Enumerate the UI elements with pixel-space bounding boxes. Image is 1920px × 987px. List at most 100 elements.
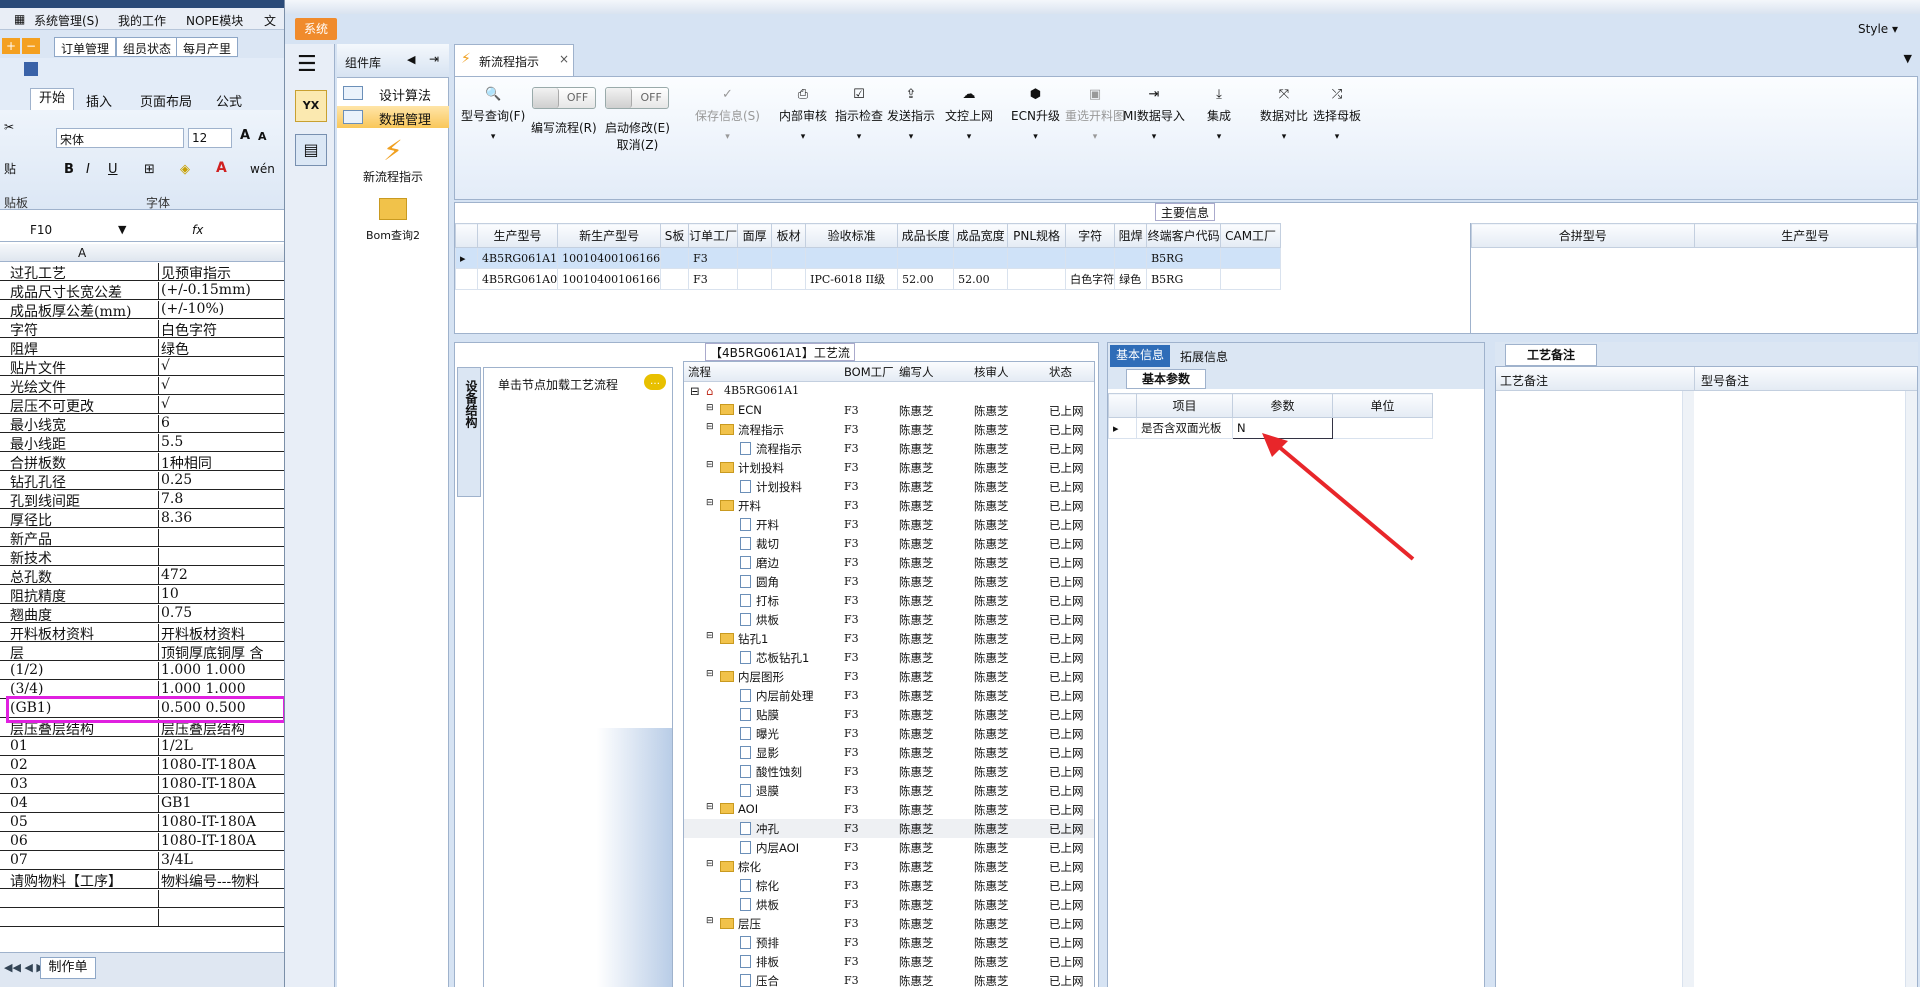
cell-b[interactable]: 1080-IT-180A bbox=[158, 833, 284, 850]
cell-b[interactable]: 见预审指示 bbox=[158, 263, 284, 280]
expand-icon[interactable]: ⊟ bbox=[706, 916, 714, 926]
underline-icon[interactable]: U bbox=[108, 162, 118, 177]
table-cell[interactable] bbox=[771, 268, 807, 290]
sheet-row[interactable] bbox=[0, 908, 284, 927]
column-header[interactable]: 成品长度 bbox=[897, 223, 955, 248]
chevron-down-icon[interactable]: ▾ bbox=[695, 132, 760, 142]
column-header[interactable]: 新生产型号 bbox=[557, 223, 662, 248]
sheet-row[interactable]: 阻焊 绿色 bbox=[0, 338, 284, 357]
chevron-down-icon[interactable]: ▾ bbox=[835, 132, 883, 142]
phonetic-icon[interactable]: wén bbox=[250, 162, 275, 176]
cell-a[interactable]: 最小线距 bbox=[10, 434, 156, 451]
table-cell[interactable]: 4B5RG061A1 bbox=[476, 247, 559, 269]
tree-node[interactable]: 磨边 F3 陈惠芝 陈惠芝 已上网 bbox=[684, 553, 1094, 572]
tree-node[interactable]: 圆角 F3 陈惠芝 陈惠芝 已上网 bbox=[684, 572, 1094, 591]
toolbar-button-11[interactable]: ⤓ 集成 ▾ bbox=[1207, 87, 1231, 142]
toolbar-button-4[interactable]: ⎙ 内部审核 ▾ bbox=[779, 87, 827, 142]
column-header[interactable]: S板 bbox=[660, 223, 690, 248]
sheet-row[interactable]: 05 1080-IT-180A bbox=[0, 813, 284, 832]
cell-a[interactable]: 层 bbox=[10, 643, 156, 660]
tab-craft-note[interactable]: 工艺备注 bbox=[1505, 344, 1597, 366]
tree-node[interactable]: 排板 F3 陈惠芝 陈惠芝 已上网 bbox=[684, 952, 1094, 971]
sheet-row[interactable]: 最小线宽 6 bbox=[0, 414, 284, 433]
equipment-structure-tab[interactable]: 设备结构 bbox=[457, 367, 481, 497]
cell-a[interactable]: 01 bbox=[10, 738, 156, 754]
cell-b[interactable]: 7.8 bbox=[158, 491, 284, 508]
cell-a[interactable]: 07 bbox=[10, 852, 156, 868]
cell-a[interactable]: 阻焊 bbox=[10, 339, 156, 356]
cell-b[interactable]: 物料编号---物料 bbox=[158, 871, 284, 888]
tree-node[interactable]: ⊟ 计划投料 F3 陈惠芝 陈惠芝 已上网 bbox=[684, 458, 1094, 477]
cell-a[interactable]: 最小线宽 bbox=[10, 415, 156, 432]
tree-node[interactable]: ⊟ 层压 F3 陈惠芝 陈惠芝 已上网 bbox=[684, 914, 1094, 933]
table-cell[interactable]: 绿色 bbox=[1114, 268, 1148, 290]
sheet-row[interactable]: 阻抗精度 10 bbox=[0, 585, 284, 604]
tree-node[interactable]: 计划投料 F3 陈惠芝 陈惠芝 已上网 bbox=[684, 477, 1094, 496]
add-icon[interactable]: + bbox=[2, 38, 20, 54]
table-cell[interactable]: F3 bbox=[688, 247, 739, 269]
cell-b[interactable]: 8.36 bbox=[158, 510, 284, 527]
sheet-row[interactable]: (1/2) 1.000 1.000 bbox=[0, 661, 284, 680]
tree-col[interactable]: 核审人 bbox=[974, 364, 1009, 380]
toolbar-button-8[interactable]: ⬢ ECN升级 ▾ bbox=[1011, 87, 1060, 142]
cell-a[interactable]: 贴片文件 bbox=[10, 358, 156, 375]
cell-b[interactable]: √ bbox=[158, 377, 284, 394]
tab-page-layout[interactable]: 页面布局 bbox=[140, 91, 192, 110]
chevron-down-icon[interactable]: ▾ bbox=[1011, 132, 1060, 142]
cell-a[interactable]: 层压不可更改 bbox=[10, 396, 156, 413]
tab-member-status[interactable]: 组员状态 bbox=[116, 37, 179, 57]
tree-node[interactable]: 内层前处理 F3 陈惠芝 陈惠芝 已上网 bbox=[684, 686, 1094, 705]
toggle-switch[interactable]: OFF bbox=[605, 87, 670, 109]
tree-col[interactable]: 状态 bbox=[1049, 364, 1072, 380]
tree-node[interactable]: 开料 F3 陈惠芝 陈惠芝 已上网 bbox=[684, 515, 1094, 534]
menu-icon[interactable]: ☰ bbox=[297, 52, 317, 77]
tab-extended-info[interactable]: 拓展信息 bbox=[1180, 348, 1228, 365]
tree-node[interactable]: 芯板钻孔1 F3 陈惠芝 陈惠芝 已上网 bbox=[684, 648, 1094, 667]
cell-ref-box[interactable]: F10 bbox=[30, 223, 52, 237]
tree-node[interactable]: ⊟ 棕化 F3 陈惠芝 陈惠芝 已上网 bbox=[684, 857, 1094, 876]
sheet-row[interactable]: 新产品 bbox=[0, 528, 284, 547]
toolbar-button-13[interactable]: ⤮ 选择母板 ▾ bbox=[1313, 87, 1361, 142]
tab-basic-params[interactable]: 基本参数 bbox=[1126, 369, 1206, 389]
cell-a[interactable]: 过孔工艺 bbox=[10, 263, 156, 280]
cell-b[interactable]: 0.75 bbox=[158, 605, 284, 622]
chevron-down-icon[interactable]: ▾ bbox=[1260, 132, 1308, 142]
sheet-row[interactable]: 总孔数 472 bbox=[0, 566, 284, 585]
cell-a[interactable]: 开料板材资料 bbox=[10, 624, 156, 641]
tree-root[interactable]: ⊟ ⌂ 4B5RG061A1 bbox=[684, 382, 1094, 401]
expand-icon[interactable]: ⊟ bbox=[706, 631, 714, 641]
cell-b[interactable]: 1080-IT-180A bbox=[158, 757, 284, 774]
grow-font-icon[interactable]: A bbox=[240, 128, 250, 143]
table-cell[interactable] bbox=[660, 247, 690, 269]
column-a-header[interactable]: A bbox=[78, 246, 86, 260]
cell-b[interactable]: √ bbox=[158, 358, 284, 375]
sheet-row[interactable]: 开料板材资料 开料板材资料 bbox=[0, 623, 284, 642]
cell-b[interactable]: √ bbox=[158, 396, 284, 413]
cell-b[interactable]: 白色字符 bbox=[158, 320, 284, 337]
cut-icon[interactable]: ✂ bbox=[4, 120, 14, 134]
fill-color-icon[interactable]: ◈ bbox=[180, 162, 190, 177]
tab-order-mgmt[interactable]: 订单管理 bbox=[54, 37, 117, 57]
expand-icon[interactable]: ⊟ bbox=[706, 669, 714, 679]
column-header[interactable]: 阻焊 bbox=[1114, 223, 1148, 248]
toolbar-button-0[interactable]: 🔍 型号查询(F) ▾ bbox=[461, 87, 525, 142]
toolbar-button-1[interactable]: OFF 编写流程(R) bbox=[531, 87, 597, 136]
chevron-down-icon[interactable]: ▾ bbox=[887, 132, 935, 142]
tree-node[interactable]: 贴膜 F3 陈惠芝 陈惠芝 已上网 bbox=[684, 705, 1094, 724]
cell-a[interactable]: 新产品 bbox=[10, 529, 156, 546]
sheet-row[interactable]: 成品尺寸长宽公差 (+/-0.15mm) bbox=[0, 281, 284, 300]
menu-nope[interactable]: NOPE模块 bbox=[186, 12, 243, 29]
menu-more[interactable]: 文 bbox=[264, 12, 276, 29]
expand-icon[interactable]: ⊟ bbox=[706, 422, 714, 432]
tree-node[interactable]: 内层AOI F3 陈惠芝 陈惠芝 已上网 bbox=[684, 838, 1094, 857]
toolbar-button-7[interactable]: ☁ 文控上网 ▾ bbox=[945, 87, 993, 142]
table-cell[interactable]: F3 bbox=[688, 268, 739, 290]
column-header[interactable]: PNL规格 bbox=[1007, 223, 1067, 248]
cell-a[interactable]: 05 bbox=[10, 814, 156, 830]
column-header[interactable]: 订单工厂 bbox=[688, 223, 739, 248]
table-cell[interactable]: 52.00 bbox=[897, 268, 955, 290]
tree-node[interactable]: 预排 F3 陈惠芝 陈惠芝 已上网 bbox=[684, 933, 1094, 952]
column-header[interactable]: 板材 bbox=[771, 223, 807, 248]
chevron-down-icon[interactable]: ▾ bbox=[1207, 132, 1231, 142]
cell-a[interactable]: 字符 bbox=[10, 320, 156, 337]
